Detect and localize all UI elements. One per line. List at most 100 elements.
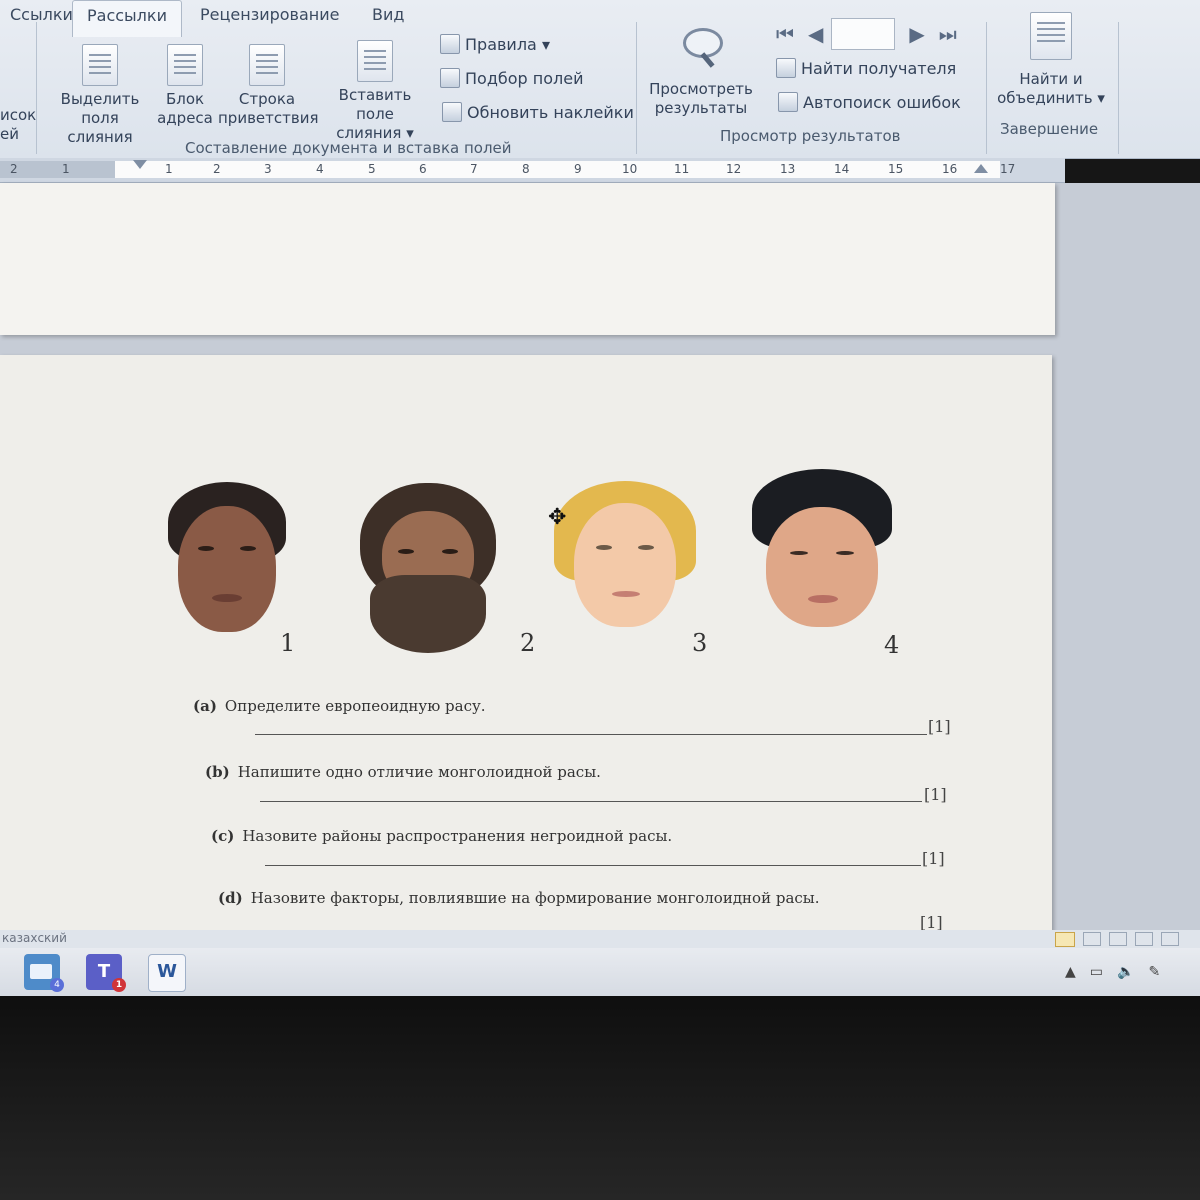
recipient-list-button-partial[interactable]: исок ей — [0, 106, 37, 144]
last-record-icon[interactable]: ⏭ — [939, 22, 957, 46]
document-page-previous[interactable] — [0, 183, 1055, 335]
match-fields-button[interactable]: Подбор полей — [440, 68, 584, 88]
button-label: Найти и — [1019, 70, 1083, 88]
address-block-icon — [167, 44, 203, 86]
previous-record-icon[interactable]: ◀ — [808, 22, 823, 46]
update-labels-icon — [442, 102, 462, 122]
teams-badge: 1 — [112, 978, 126, 992]
update-labels-label: Обновить наклейки — [467, 102, 634, 122]
highlight-merge-fields-button[interactable]: Выделить поля слияния — [48, 44, 152, 147]
match-fields-icon — [440, 68, 460, 88]
ruler-label: 5 — [368, 162, 376, 176]
question-label: (a) — [193, 697, 217, 715]
ruler-label: 9 — [574, 162, 582, 176]
question-label: (d) — [218, 889, 243, 907]
pen-icon[interactable]: ✎ — [1148, 964, 1160, 980]
answer-line-a[interactable] — [255, 734, 927, 735]
question-text: Напишите одно отличие монголоидной расы. — [237, 763, 601, 781]
ruler-label: 10 — [622, 162, 638, 176]
group-label-compose: Составление документа и вставка полей — [185, 139, 512, 157]
button-label: объединить ▾ — [997, 89, 1105, 107]
language-indicator[interactable]: казахский — [2, 931, 67, 945]
insert-merge-field-button[interactable]: Вставить поле слияния ▾ — [318, 40, 432, 143]
right-indent-marker-icon[interactable] — [974, 164, 988, 173]
ruler-label: 16 — [942, 162, 958, 176]
volume-icon[interactable]: 🔈 — [1117, 964, 1134, 980]
greeting-line-icon — [249, 44, 285, 86]
auto-check-icon — [778, 92, 798, 112]
merge-fields-icon — [82, 44, 118, 86]
outline-view-icon[interactable] — [1135, 932, 1153, 946]
question-d: (d) Назовите факторы, повлиявшие на форми… — [218, 889, 820, 907]
ruler-label: 3 — [264, 162, 272, 176]
move-cursor-icon: ✥ — [548, 505, 567, 530]
button-label: Вставить поле — [338, 86, 412, 123]
finish-merge-button[interactable]: Найти и объединить ▾ — [992, 12, 1110, 108]
finish-merge-icon — [1030, 12, 1072, 60]
ruler-label: 17 — [1000, 162, 1016, 176]
document-area[interactable]: 1 2 3 4 ✥ (a) Определите европеоидную ра… — [0, 183, 1200, 935]
mail-badge: 4 — [50, 978, 64, 992]
address-block-button[interactable]: Блок адреса — [156, 44, 214, 128]
tab-mailings[interactable]: Рассылки — [72, 0, 182, 37]
record-number-input[interactable] — [831, 18, 896, 50]
auto-check-label: Автопоиск ошибок — [803, 92, 961, 112]
draft-view-icon[interactable] — [1161, 932, 1179, 946]
answer-line-b[interactable] — [260, 801, 922, 802]
face-number-4: 4 — [884, 631, 900, 659]
word-taskbar-button[interactable]: W — [148, 954, 186, 992]
ruler-label: 8 — [522, 162, 530, 176]
auto-check-errors-button[interactable]: Автопоиск ошибок — [778, 92, 961, 112]
preview-results-button[interactable]: Просмотреть результаты — [644, 26, 758, 118]
question-label: (c) — [211, 827, 235, 845]
question-c: (c) Назовите районы распространения негро… — [211, 827, 672, 845]
next-record-icon[interactable]: ▶ — [909, 22, 924, 46]
update-labels-button[interactable]: Обновить наклейки — [442, 102, 634, 122]
preview-magnifier-icon — [679, 26, 723, 70]
horizontal-ruler[interactable]: 2 1 1 2 3 4 5 6 7 8 9 10 11 12 13 14 15 … — [0, 158, 1065, 183]
button-label: Выделить — [60, 90, 140, 108]
mark-b: [1] — [924, 785, 947, 804]
tab-view[interactable]: Вид — [358, 0, 418, 34]
button-label: Просмотреть — [649, 80, 753, 98]
face-image-3 — [554, 481, 696, 629]
button-label: приветствия — [218, 109, 319, 127]
print-layout-view-icon[interactable] — [1055, 932, 1075, 947]
indent-marker-icon[interactable] — [133, 160, 147, 169]
teams-taskbar-button[interactable]: T 1 — [86, 954, 126, 992]
question-text: Определите европеоидную расу. — [224, 697, 486, 715]
question-label: (b) — [205, 763, 230, 781]
face-image-2 — [360, 483, 496, 653]
question-text: Назовите факторы, повлиявшие на формиров… — [250, 889, 820, 907]
answer-line-c[interactable] — [265, 865, 921, 866]
ruler-label: 4 — [316, 162, 324, 176]
first-record-icon[interactable]: ⏮ — [776, 22, 794, 46]
button-label: Строка — [238, 90, 296, 108]
find-recipient-button[interactable]: Найти получателя — [776, 58, 956, 78]
document-page-current[interactable]: 1 2 3 4 ✥ (a) Определите европеоидную ра… — [0, 355, 1052, 935]
ruler-label: 6 — [419, 162, 427, 176]
group-label-finish: Завершение — [1000, 120, 1099, 138]
ruler-label: 2 — [213, 162, 221, 176]
question-a: (a) Определите европеоидную расу. — [193, 697, 486, 715]
find-recipient-label: Найти получателя — [801, 58, 957, 78]
rules-button[interactable]: Правила ▾ — [440, 34, 550, 54]
ruler-label: 11 — [674, 162, 690, 176]
ruler-label: 13 — [780, 162, 796, 176]
show-hidden-icons-icon[interactable]: ▲ — [1065, 964, 1076, 980]
partial-label-1: исок — [0, 106, 37, 124]
group-separator — [36, 22, 37, 154]
word-icon: W — [157, 961, 177, 982]
tab-review[interactable]: Рецензирование — [186, 0, 353, 34]
ruler-label: 1 — [165, 162, 173, 176]
web-layout-view-icon[interactable] — [1109, 932, 1127, 946]
greeting-line-button[interactable]: Строка приветствия — [218, 44, 319, 128]
face-number-3: 3 — [692, 629, 708, 657]
battery-icon[interactable]: ▭ — [1090, 964, 1103, 980]
record-navigation: ⏮ ◀ ▶ ⏭ — [776, 18, 957, 50]
mail-taskbar-button[interactable]: 4 — [24, 954, 64, 992]
group-separator — [986, 22, 987, 154]
insert-field-icon — [357, 40, 393, 82]
view-buttons — [1055, 932, 1179, 947]
reading-view-icon[interactable] — [1083, 932, 1101, 946]
